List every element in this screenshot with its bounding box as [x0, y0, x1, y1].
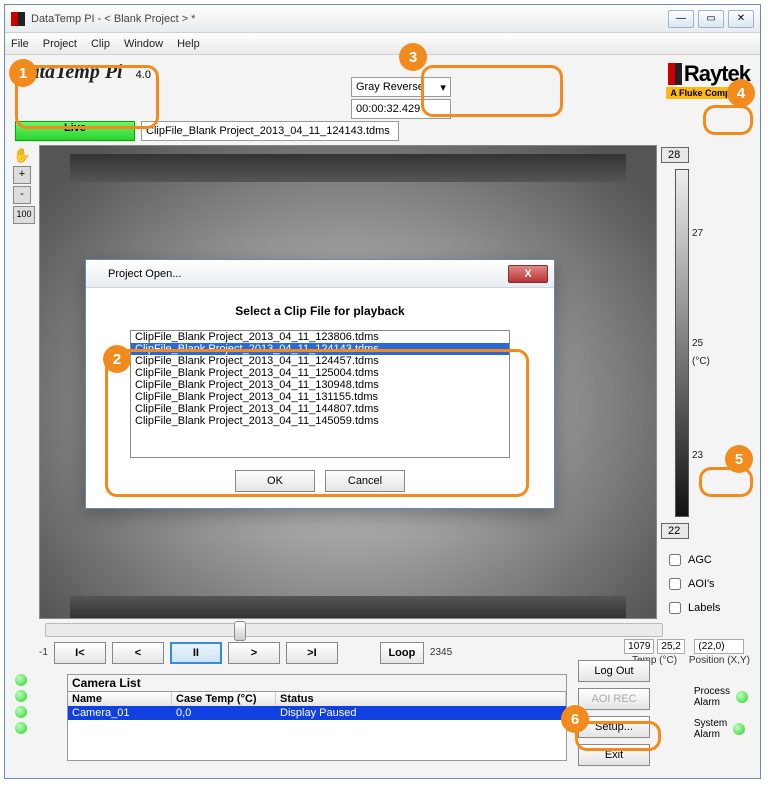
hand-icon[interactable]: ✋: [13, 147, 35, 164]
clip-time: 00:00:32.429: [351, 99, 451, 119]
system-alarm-led: [733, 723, 745, 735]
close-button[interactable]: ✕: [728, 10, 754, 28]
dialog-close-button[interactable]: X: [508, 265, 548, 283]
clip-file-list[interactable]: ClipFile_Blank Project_2013_04_11_123806…: [130, 330, 510, 458]
app-version: 4.0: [136, 69, 151, 81]
dialog-instruction: Select a Clip File for playback: [106, 304, 534, 318]
led-indicator: [15, 722, 27, 734]
zoom-in-button[interactable]: +: [13, 166, 31, 184]
palette-select[interactable]: Gray Reverse ▾: [351, 77, 451, 97]
table-row[interactable]: Camera_01 0,0 Display Paused: [68, 706, 566, 720]
ok-button[interactable]: OK: [235, 470, 315, 492]
exit-button[interactable]: Exit: [578, 744, 650, 766]
process-alarm-label: Process Alarm: [694, 686, 730, 708]
app-title: DataTemp Pi: [15, 61, 123, 83]
menu-window[interactable]: Window: [124, 38, 163, 50]
logout-button[interactable]: Log Out: [578, 660, 650, 682]
frame-value: 1079: [624, 639, 654, 654]
cell-status: Display Paused: [276, 706, 566, 720]
list-item[interactable]: ClipFile_Blank Project_2013_04_11_123806…: [131, 331, 509, 343]
clip-file-field: ClipFile_Blank Project_2013_04_11_124143…: [141, 121, 399, 141]
brand-name: Raytek: [684, 61, 750, 87]
menu-project[interactable]: Project: [43, 38, 77, 50]
app-icon: [11, 12, 25, 26]
col-case-temp[interactable]: Case Temp (°C): [172, 692, 276, 706]
process-alarm-led: [736, 691, 748, 703]
color-scale: 27 25 (°C) 23: [675, 169, 689, 517]
scale-min[interactable]: 22: [661, 523, 689, 539]
list-item[interactable]: ClipFile_Blank Project_2013_04_11_144807…: [131, 403, 509, 415]
camera-list-title: Camera List: [67, 674, 567, 691]
scale-tick: 23: [692, 450, 703, 461]
slider-min-label: -1: [39, 647, 48, 658]
list-item[interactable]: ClipFile_Blank Project_2013_04_11_125004…: [131, 367, 509, 379]
col-name[interactable]: Name: [68, 692, 172, 706]
cell-case: 0,0: [172, 706, 276, 720]
palette-value: Gray Reverse: [356, 81, 424, 93]
camera-table: Name Case Temp (°C) Status Camera_01 0,0…: [67, 691, 567, 761]
pause-button[interactable]: II: [170, 642, 222, 664]
cancel-button[interactable]: Cancel: [325, 470, 405, 492]
menu-help[interactable]: Help: [177, 38, 200, 50]
list-item[interactable]: ClipFile_Blank Project_2013_04_11_124143…: [131, 343, 509, 355]
zoom-out-button[interactable]: -: [13, 186, 31, 204]
menu-file[interactable]: File: [11, 38, 29, 50]
led-indicator: [15, 706, 27, 718]
frame-slider[interactable]: [45, 623, 663, 637]
last-frame-button[interactable]: >I: [286, 642, 338, 664]
cell-name: Camera_01: [68, 706, 172, 720]
zoom-100-button[interactable]: 100: [13, 206, 35, 224]
brand-icon: [668, 63, 682, 85]
dialog-icon: [92, 268, 104, 280]
led-indicator: [15, 690, 27, 702]
col-status[interactable]: Status: [276, 692, 566, 706]
setup-button[interactable]: Setup...: [578, 716, 650, 738]
labels-checkbox[interactable]: Labels: [665, 599, 720, 617]
list-item[interactable]: ClipFile_Blank Project_2013_04_11_131155…: [131, 391, 509, 403]
scale-tick: 27: [692, 228, 703, 239]
scale-max[interactable]: 28: [661, 147, 689, 163]
temp-value: 25,2: [657, 639, 684, 654]
list-item[interactable]: ClipFile_Blank Project_2013_04_11_145059…: [131, 415, 509, 427]
project-open-dialog: Project Open... X Select a Clip File for…: [85, 259, 555, 509]
loop-button[interactable]: Loop: [380, 642, 424, 664]
chevron-down-icon: ▾: [440, 81, 446, 94]
position-label: Position (X,Y): [689, 655, 750, 666]
menu-clip[interactable]: Clip: [91, 38, 110, 50]
next-frame-button[interactable]: >: [228, 642, 280, 664]
live-button[interactable]: Live: [15, 121, 135, 141]
scale-tick: 25: [692, 338, 703, 349]
brand-sub: A Fluke Company: [666, 87, 750, 99]
prev-frame-button[interactable]: <: [112, 642, 164, 664]
scale-unit: (°C): [692, 356, 710, 367]
slider-max-label: 2345: [430, 647, 452, 658]
window-title: DataTemp PI - < Blank Project > *: [31, 13, 668, 25]
list-item[interactable]: ClipFile_Blank Project_2013_04_11_130948…: [131, 379, 509, 391]
aoi-checkbox[interactable]: AOI's: [665, 575, 720, 593]
minimize-button[interactable]: —: [668, 10, 694, 28]
list-item[interactable]: ClipFile_Blank Project_2013_04_11_124457…: [131, 355, 509, 367]
position-value: (22,0): [694, 639, 744, 654]
led-indicator: [15, 674, 27, 686]
maximize-button[interactable]: ▭: [698, 10, 724, 28]
dialog-title: Project Open...: [108, 268, 181, 280]
first-frame-button[interactable]: I<: [54, 642, 106, 664]
agc-checkbox[interactable]: AGC: [665, 551, 720, 569]
system-alarm-label: System Alarm: [694, 718, 727, 740]
aoi-rec-button[interactable]: AOI REC: [578, 688, 650, 710]
